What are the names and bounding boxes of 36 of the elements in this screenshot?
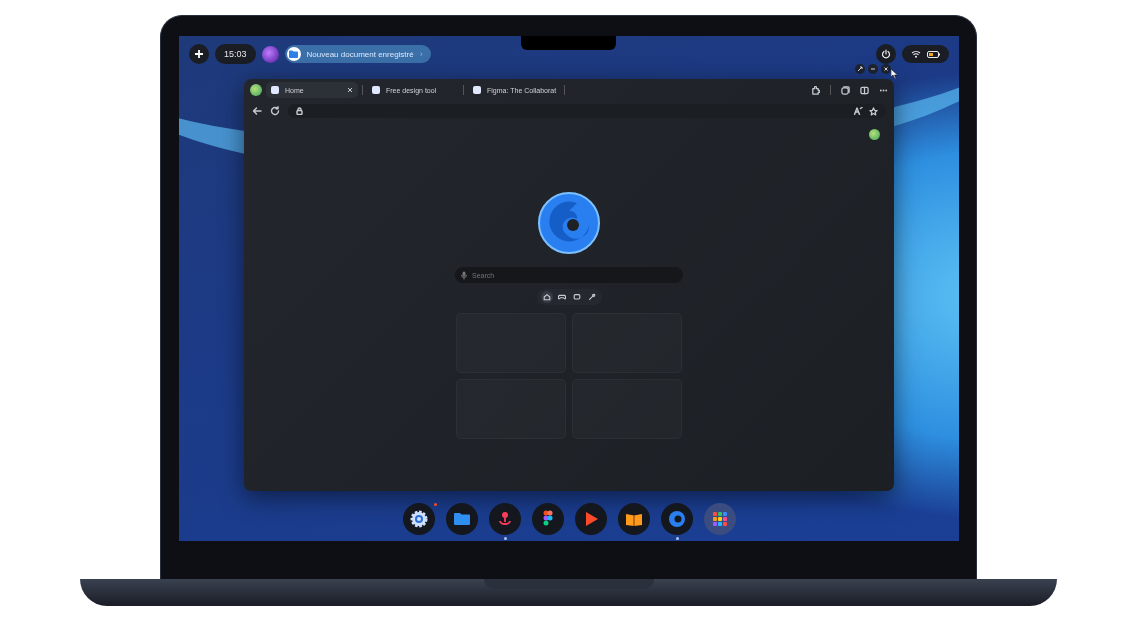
profile-avatar[interactable] bbox=[250, 84, 262, 96]
plus-icon bbox=[194, 49, 204, 59]
dock-app-button[interactable] bbox=[532, 503, 564, 535]
clock: 15:03 bbox=[215, 44, 256, 64]
maximize-icon bbox=[856, 65, 864, 73]
back-icon[interactable] bbox=[252, 106, 262, 116]
close-button[interactable] bbox=[881, 64, 891, 74]
star-icon[interactable] bbox=[869, 106, 878, 116]
split-view-icon[interactable] bbox=[860, 85, 869, 95]
profile-avatar[interactable] bbox=[869, 129, 880, 140]
wifi-icon[interactable] bbox=[911, 50, 921, 58]
power-icon bbox=[881, 49, 891, 59]
add-button[interactable] bbox=[189, 44, 209, 64]
minimize-icon bbox=[869, 65, 877, 73]
folder-icon bbox=[289, 50, 299, 58]
minimize-button[interactable] bbox=[868, 64, 878, 74]
lock-icon bbox=[296, 107, 303, 115]
extension-icon[interactable] bbox=[811, 85, 820, 95]
shortcut-button[interactable] bbox=[540, 291, 553, 303]
app-grid-icon bbox=[710, 509, 730, 529]
dock-app-button[interactable] bbox=[403, 503, 435, 535]
notification-pill[interactable]: Nouveau document enregistré › bbox=[284, 45, 431, 63]
battery-icon[interactable] bbox=[927, 50, 940, 58]
close-icon bbox=[882, 65, 890, 73]
dock-app-button[interactable] bbox=[446, 503, 478, 535]
dock-app-button[interactable] bbox=[618, 503, 650, 535]
read-aloud-icon[interactable] bbox=[854, 107, 863, 115]
home-icon bbox=[542, 293, 551, 301]
power-button[interactable] bbox=[876, 44, 896, 64]
gear-icon bbox=[409, 509, 429, 529]
assistant-orb-icon[interactable] bbox=[261, 45, 279, 63]
cursor-icon bbox=[891, 69, 898, 79]
close-icon bbox=[347, 86, 353, 93]
gamepad-icon bbox=[557, 293, 566, 301]
maximize-button[interactable] bbox=[855, 64, 865, 74]
reload-icon[interactable] bbox=[270, 106, 280, 116]
